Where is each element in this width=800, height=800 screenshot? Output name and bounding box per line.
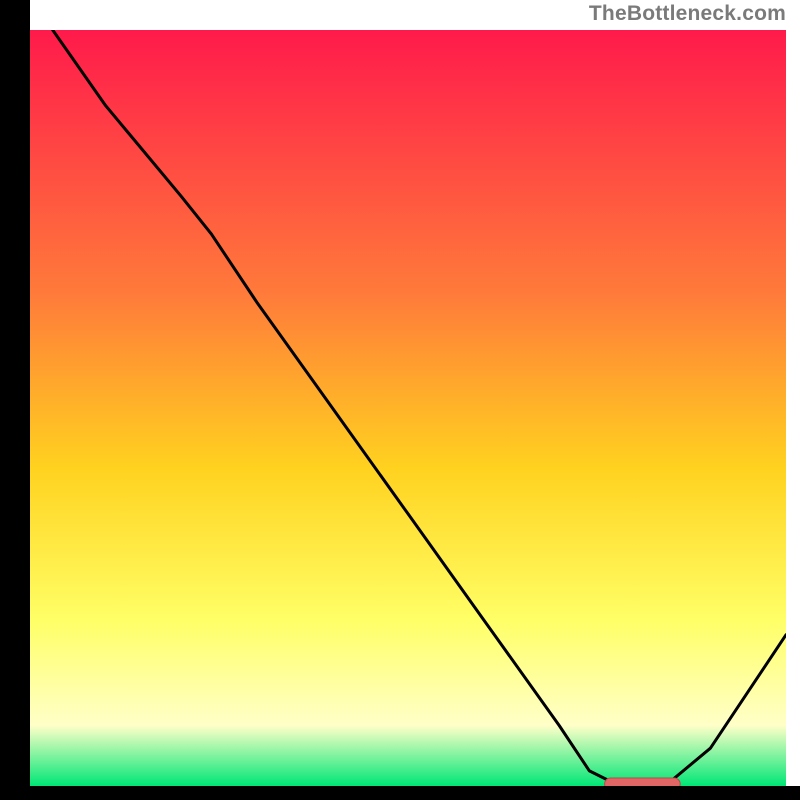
bottleneck-chart (0, 0, 800, 800)
heatmap-background (30, 30, 786, 786)
watermark-text: TheBottleneck.com (589, 2, 786, 26)
chart-stage: TheBottleneck.com (0, 0, 800, 800)
x-axis-frame (0, 786, 800, 800)
y-axis-frame (0, 0, 30, 800)
